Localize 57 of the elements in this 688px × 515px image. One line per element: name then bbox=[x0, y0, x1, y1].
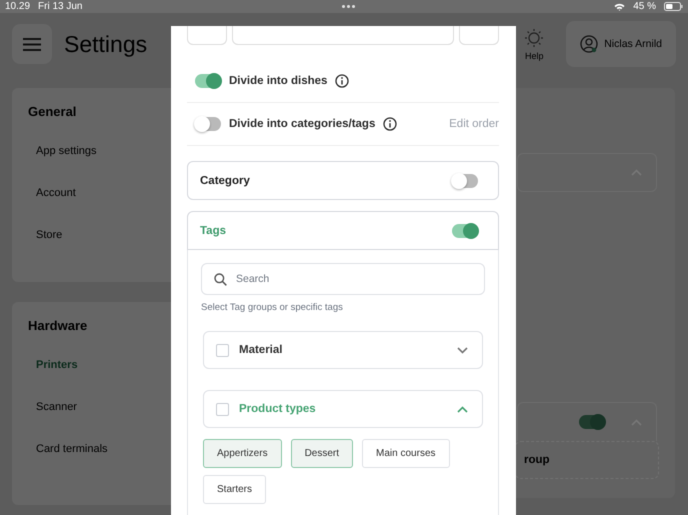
section-title: Category bbox=[200, 174, 250, 186]
search-field[interactable]: Search bbox=[201, 263, 485, 295]
edit-order-link[interactable]: Edit order bbox=[449, 118, 499, 130]
sidebar-heading: Hardware bbox=[28, 318, 88, 333]
section-title: Tags bbox=[200, 224, 226, 236]
checkbox[interactable] bbox=[216, 344, 229, 356]
toggle-switch[interactable] bbox=[195, 117, 221, 131]
tag-chip[interactable]: Main courses bbox=[362, 439, 450, 468]
option-label: Divide into dishes bbox=[229, 75, 328, 87]
option-label: Divide into categories/tags bbox=[229, 118, 376, 130]
info-icon[interactable] bbox=[335, 74, 350, 88]
input-field[interactable] bbox=[232, 26, 454, 45]
toggle-switch[interactable] bbox=[195, 74, 221, 88]
sidebar-item[interactable]: Printers bbox=[36, 359, 78, 371]
multitasking-dots-icon bbox=[342, 5, 355, 8]
search-input[interactable]: Search bbox=[236, 273, 472, 285]
toggle-switch[interactable] bbox=[452, 174, 478, 188]
tag-chip[interactable]: Starters bbox=[203, 475, 266, 504]
sun-icon bbox=[524, 28, 544, 48]
help-button[interactable]: Help bbox=[524, 28, 544, 60]
input-field[interactable] bbox=[459, 26, 499, 45]
tag-group-card[interactable]: Product types bbox=[203, 390, 483, 428]
checkbox[interactable] bbox=[216, 402, 229, 416]
user-button[interactable]: Niclas Arnild bbox=[566, 21, 676, 67]
section-card[interactable]: Category bbox=[187, 161, 499, 200]
battery-percentage: 45 % bbox=[633, 1, 656, 12]
sidebar-item[interactable]: Account bbox=[36, 187, 76, 199]
toggle-switch[interactable] bbox=[579, 415, 605, 429]
collapsible-card[interactable] bbox=[517, 153, 657, 192]
sidebar-item[interactable]: App settings bbox=[36, 145, 97, 157]
sidebar-heading: General bbox=[28, 104, 78, 119]
search-icon bbox=[214, 272, 227, 286]
tag-group-name: Material bbox=[239, 344, 284, 356]
helper-text: Select Tag groups or specific tags bbox=[201, 302, 344, 313]
sidebar-item[interactable]: Scanner bbox=[36, 401, 77, 413]
menu-button[interactable] bbox=[12, 24, 52, 64]
battery-icon bbox=[664, 2, 684, 11]
sidebar-item[interactable]: Store bbox=[36, 229, 62, 241]
input-field[interactable] bbox=[187, 26, 227, 45]
wifi-icon bbox=[614, 2, 626, 10]
page-title: Settings bbox=[64, 30, 148, 58]
section-card[interactable]: Tags bbox=[187, 211, 499, 250]
tag-group-card[interactable]: Material bbox=[203, 331, 483, 369]
group-label: roup bbox=[524, 454, 550, 466]
chevron-up-icon[interactable] bbox=[457, 406, 468, 412]
tag-group-name: Product types bbox=[239, 403, 317, 415]
info-icon[interactable] bbox=[383, 117, 398, 131]
status-time: 10.29 bbox=[5, 1, 30, 12]
toggle-switch[interactable] bbox=[452, 224, 478, 238]
menu-icon bbox=[23, 38, 41, 50]
toggle-card[interactable] bbox=[517, 402, 657, 441]
tag-chip[interactable]: Appertizers bbox=[203, 439, 282, 468]
chevron-down-icon[interactable] bbox=[457, 346, 468, 354]
sidebar-item[interactable]: Card terminals bbox=[36, 443, 108, 455]
status-date: Fri 13 Jun bbox=[38, 1, 82, 12]
tag-chip[interactable]: Dessert bbox=[290, 439, 354, 468]
user-icon bbox=[580, 35, 598, 53]
